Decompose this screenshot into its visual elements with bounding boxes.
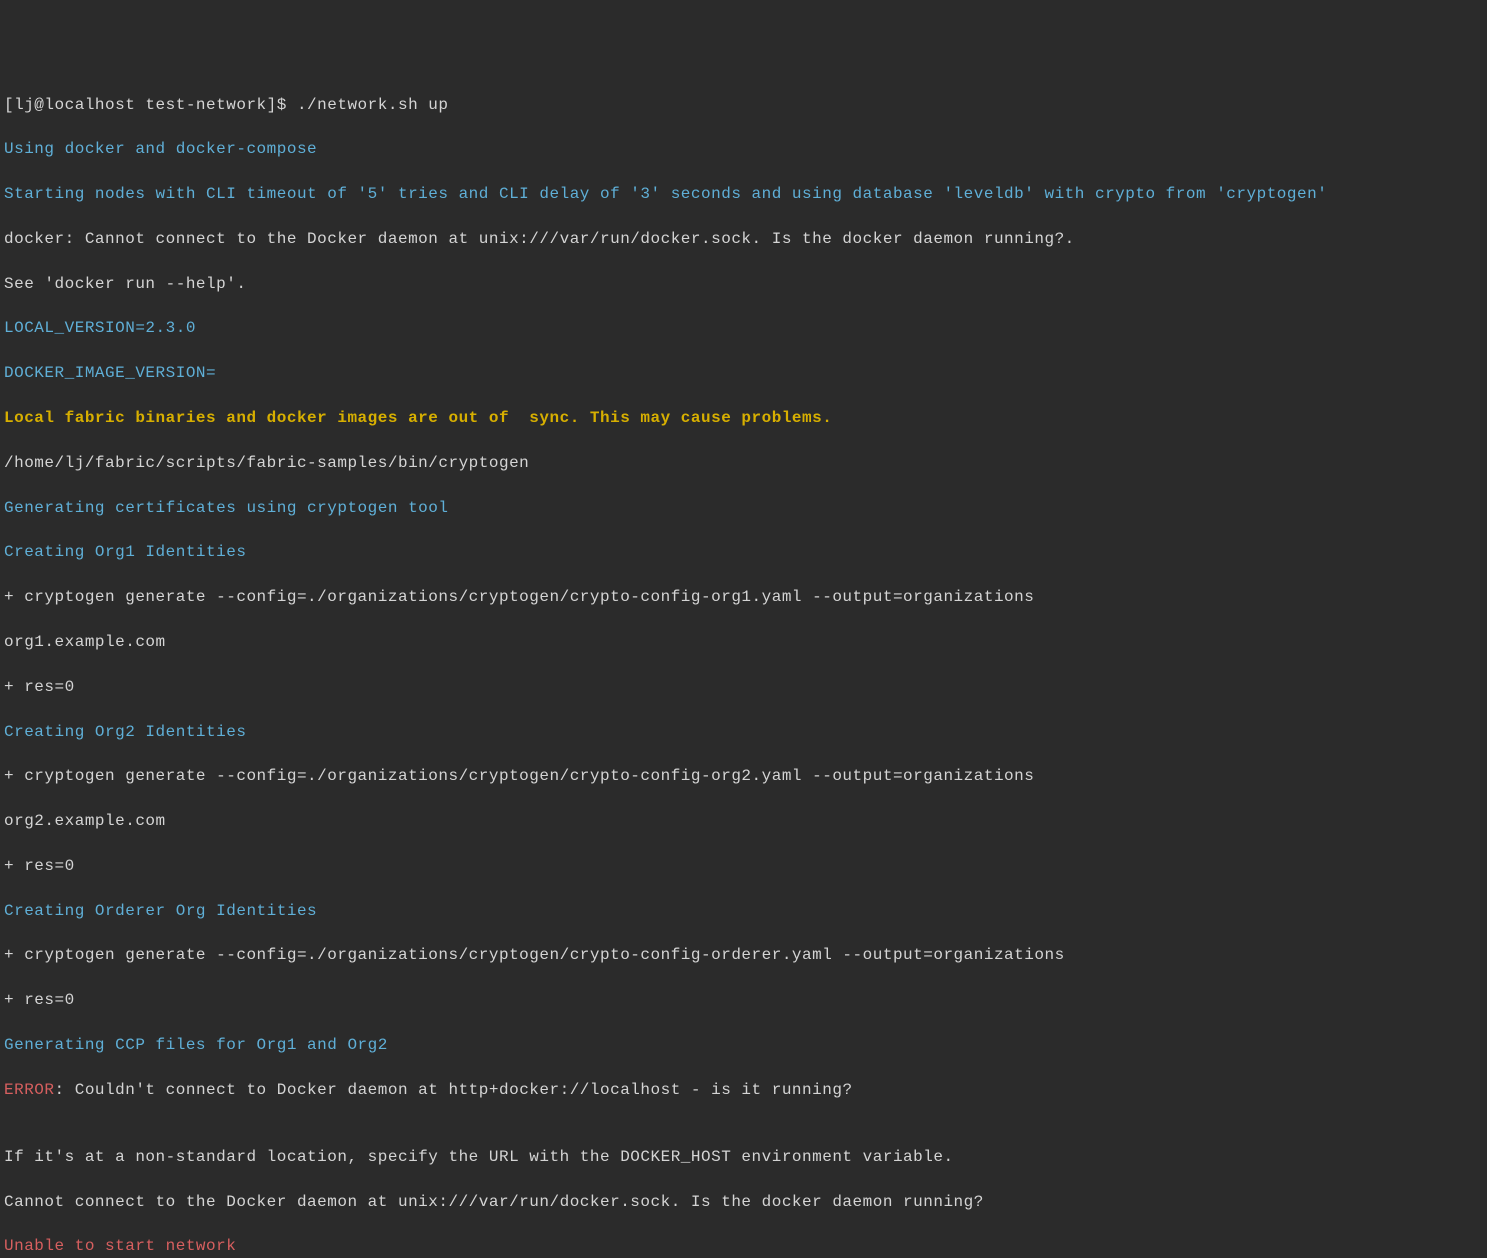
terminal-line: See 'docker run --help'. <box>4 273 1483 295</box>
terminal-line: org2.example.com <box>4 810 1483 832</box>
terminal-line: + cryptogen generate --config=./organiza… <box>4 765 1483 787</box>
terminal-line-warning: Local fabric binaries and docker images … <box>4 407 1483 429</box>
terminal-line: LOCAL_VERSION=2.3.0 <box>4 317 1483 339</box>
terminal-line: Creating Org2 Identities <box>4 721 1483 743</box>
terminal-line: Generating CCP files for Org1 and Org2 <box>4 1034 1483 1056</box>
terminal-line: + res=0 <box>4 989 1483 1011</box>
error-label: ERROR <box>4 1081 55 1099</box>
terminal-line: Cannot connect to the Docker daemon at u… <box>4 1191 1483 1213</box>
terminal-line: [lj@localhost test-network]$ ./network.s… <box>4 94 1483 116</box>
terminal-line: docker: Cannot connect to the Docker dae… <box>4 228 1483 250</box>
terminal-line: Using docker and docker-compose <box>4 138 1483 160</box>
terminal-line: + cryptogen generate --config=./organiza… <box>4 944 1483 966</box>
terminal-line-error: Unable to start network <box>4 1235 1483 1257</box>
terminal-line: Starting nodes with CLI timeout of '5' t… <box>4 183 1483 205</box>
error-text: : Couldn't connect to Docker daemon at h… <box>55 1081 853 1099</box>
terminal-line-error: ERROR: Couldn't connect to Docker daemon… <box>4 1079 1483 1101</box>
terminal-line: org1.example.com <box>4 631 1483 653</box>
terminal-line: + res=0 <box>4 676 1483 698</box>
terminal-line: /home/lj/fabric/scripts/fabric-samples/b… <box>4 452 1483 474</box>
terminal-line: If it's at a non-standard location, spec… <box>4 1146 1483 1168</box>
terminal-output: [lj@localhost test-network]$ ./network.s… <box>4 94 1483 1258</box>
terminal-line: + res=0 <box>4 855 1483 877</box>
terminal-line: + cryptogen generate --config=./organiza… <box>4 586 1483 608</box>
terminal-line: Generating certificates using cryptogen … <box>4 497 1483 519</box>
terminal-line: Creating Orderer Org Identities <box>4 900 1483 922</box>
terminal-line: DOCKER_IMAGE_VERSION= <box>4 362 1483 384</box>
terminal-line: Creating Org1 Identities <box>4 541 1483 563</box>
